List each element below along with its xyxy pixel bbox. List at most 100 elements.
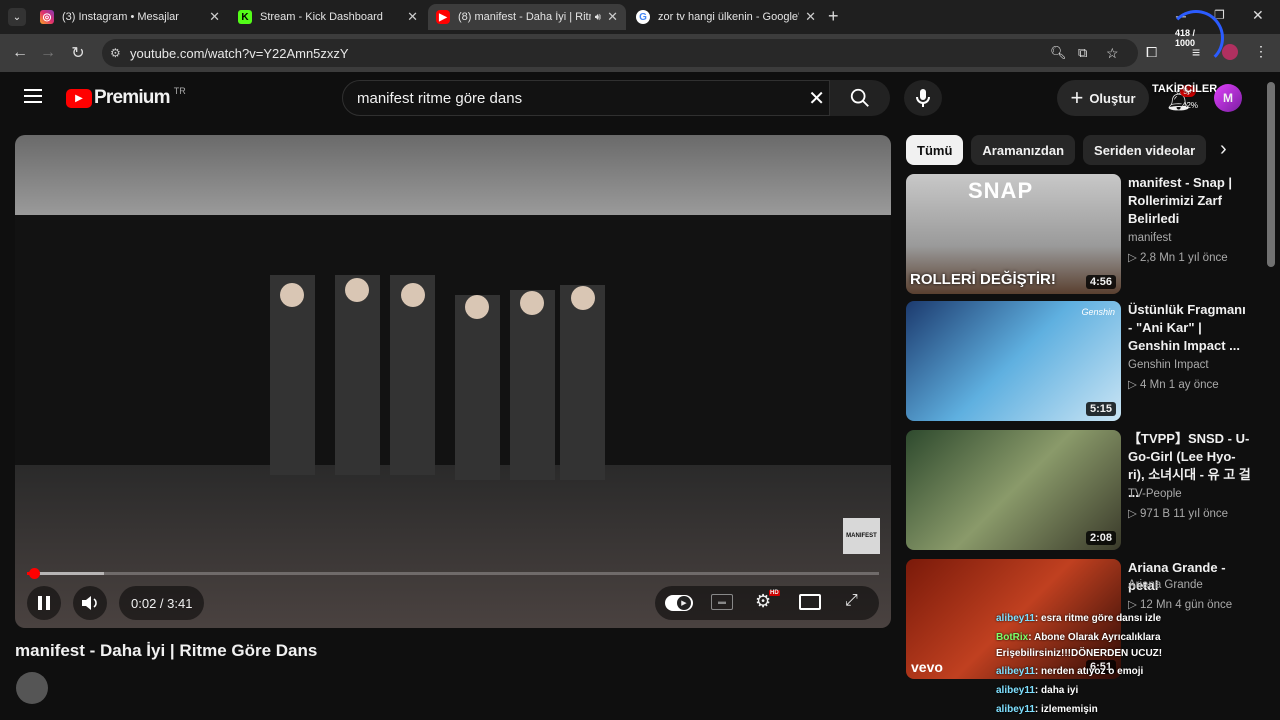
right-controls: ▶ ▬ ⚙ HD ⤢ — [655, 586, 879, 620]
logo-text: Premium — [94, 87, 171, 108]
zoom-icon[interactable]: 🔍︎ — [1050, 45, 1067, 61]
channel-avatar[interactable]: M — [1214, 84, 1242, 112]
search-query: manifest ritme göre dans — [357, 89, 523, 107]
uploader-avatar[interactable] — [16, 672, 48, 704]
duration-badge: 4:56 — [1085, 275, 1116, 289]
tab-strip: ⌄ ◎ (3) Instagram • Mesajlar ✕ K Stream … — [0, 0, 1280, 66]
recommendation-item[interactable]: Genshin 5:15 Üstünlük Fragmanı - "Ani Ka… — [906, 301, 1256, 421]
scrubber-handle[interactable] — [29, 568, 40, 579]
recommendation-item[interactable]: SNAP ROLLERİ DEĞİŞTİR! 4:56 manifest - S… — [906, 174, 1256, 294]
video-meta: ▷ 2,8 Mn 1 yıl önce — [1128, 252, 1228, 264]
tab-title: Stream - Kick Dashboard — [260, 11, 383, 23]
duration-badge: 2:08 — [1085, 531, 1116, 545]
fullscreen-icon[interactable]: ⤢ — [845, 592, 858, 610]
voice-search-button[interactable] — [904, 80, 942, 116]
channel-watermark[interactable]: MANIFEST — [843, 518, 880, 554]
youtube-play-icon: ▶ — [66, 88, 92, 108]
progress-bar[interactable] — [27, 568, 879, 579]
create-label: Oluştur — [1089, 90, 1136, 106]
search-input[interactable]: manifest ritme göre dans ✕ — [342, 80, 830, 116]
chat-text: : Abone Olarak Ayrıcalıklara — [1028, 632, 1161, 643]
video-frame — [15, 135, 891, 628]
chat-message: alibey11: nerden atıyoz o emoji — [996, 666, 1143, 677]
chat-user: alibey11 — [996, 704, 1035, 715]
google-icon: G — [636, 10, 650, 24]
thumb-top-text: SNAP — [968, 178, 1034, 203]
close-tab-icon[interactable]: ✕ — [407, 9, 418, 25]
autoplay-toggle[interactable]: ▶ — [665, 595, 693, 611]
recommendation-item[interactable]: 2:08 【TVPP】SNSD - U-Go-Girl (Lee Hyo-ri)… — [906, 430, 1256, 550]
tab-youtube[interactable]: ▶ (8) manifest - Daha İyi | Ritme 🔊︎ ✕ — [428, 4, 626, 30]
close-tab-icon[interactable]: ✕ — [209, 9, 220, 25]
search-button[interactable] — [830, 80, 890, 116]
video-thumbnail[interactable]: Genshin 5:15 — [906, 301, 1121, 421]
url-bar[interactable]: ⚙ youtube.com/watch?v=Y22Amn5zxzY 🔍︎ ⧉ ☆ — [102, 39, 1138, 67]
play-pause-button[interactable] — [27, 586, 61, 620]
tab-list-dropdown-icon[interactable]: ⌄ — [8, 8, 26, 26]
tab-instagram[interactable]: ◎ (3) Instagram • Mesajlar ✕ — [32, 4, 228, 30]
time-display: 0:02 / 3:41 — [119, 586, 205, 620]
theater-mode-icon[interactable] — [799, 594, 821, 610]
video-player[interactable]: MANIFEST 0:02 / 3:41 ▶ ▬ ⚙ HD ⤢ — [15, 135, 891, 628]
chip-from-search[interactable]: Aramanızdan — [971, 135, 1076, 165]
close-tab-icon[interactable]: ✕ — [607, 9, 618, 25]
tab-title: zor tv hangi ülkenin - Google'da — [658, 11, 800, 23]
bookmark-star-icon[interactable]: ☆ — [1106, 45, 1119, 62]
thumb-bottom-text: ROLLERİ DEĞİŞTİR! — [910, 271, 1056, 288]
youtube-logo[interactable]: ▶ Premium TR — [66, 86, 186, 109]
chat-user: alibey11 — [996, 666, 1035, 677]
overlay-counter-text: 418 / 1000 — [1175, 28, 1196, 48]
close-tab-icon[interactable]: ✕ — [805, 9, 816, 25]
channel-name: Ariana Grande — [1128, 579, 1203, 591]
chat-text: Erişebilirsiniz!!!DÖNERDEN UCUZ! — [996, 648, 1163, 659]
close-window-icon[interactable]: ✕ — [1252, 7, 1264, 24]
video-meta: ▷ 4 Mn 1 ay önce — [1128, 379, 1219, 391]
chat-message: alibey11: izlememişin — [996, 704, 1098, 715]
video-thumbnail[interactable]: 2:08 — [906, 430, 1121, 550]
autoplay-play-icon: ▶ — [677, 596, 691, 610]
extensions-icon[interactable]: ⧠ — [1146, 44, 1157, 61]
recommendation-title: manifest - Snap | Rollerimizi Zarf Belir… — [1128, 175, 1233, 226]
tab-google[interactable]: G zor tv hangi ülkenin - Google'da ✕ — [628, 4, 824, 30]
tab-title: (8) manifest - Daha İyi | Ritme — [458, 11, 591, 23]
video-meta: ▷ 971 B 11 yıl önce — [1128, 508, 1229, 520]
video-title: manifest - Daha İyi | Ritme Göre Dans — [15, 641, 318, 660]
chip-series-videos[interactable]: Seriden videolar — [1083, 135, 1207, 165]
chips-next-icon[interactable]: › — [1220, 138, 1227, 161]
profile-avatar[interactable] — [1222, 44, 1238, 60]
chat-text: : daha iyi — [1034, 685, 1079, 696]
chat-user: alibey11 — [996, 685, 1035, 696]
microphone-icon — [916, 89, 930, 107]
hamburger-menu-icon[interactable] — [24, 89, 42, 103]
forward-icon[interactable]: → — [34, 44, 62, 62]
recommendation-title: Üstünlük Fragmanı - "Ani Kar" | Genshin … — [1128, 302, 1246, 353]
cast-icon[interactable]: ⧉ — [1078, 45, 1087, 61]
tab-kick[interactable]: K Stream - Kick Dashboard ✕ — [230, 4, 426, 30]
speaker-icon[interactable]: 🔊︎ — [595, 12, 601, 23]
youtube-icon: ▶ — [436, 10, 450, 24]
volume-button[interactable] — [73, 586, 107, 620]
reload-icon[interactable]: ↻ — [64, 43, 92, 63]
hd-badge: HD — [769, 590, 780, 596]
chat-text: : esra ritme göre dansı izle — [1034, 613, 1162, 624]
chat-message: alibey11: esra ritme göre dansı izle — [996, 613, 1161, 624]
volume-icon — [82, 596, 97, 610]
search-icon — [850, 88, 869, 107]
chat-message: BotRix: Abone Olarak Ayrıcalıklara — [996, 632, 1161, 643]
new-tab-icon[interactable]: + — [828, 6, 839, 27]
url-text: youtube.com/watch?v=Y22Amn5zxzY — [130, 45, 349, 61]
back-icon[interactable]: ← — [6, 44, 34, 62]
channel-name: Genshin Impact — [1128, 359, 1209, 371]
menu-dots-icon[interactable]: ⋮ — [1254, 43, 1268, 60]
video-meta: ▷ 12 Mn 4 gün önce — [1128, 599, 1233, 611]
time-text: 0:02 / 3:41 — [131, 595, 193, 611]
video-thumbnail[interactable]: SNAP ROLLERİ DEĞİŞTİR! 4:56 — [906, 174, 1121, 294]
chip-all[interactable]: Tümü — [906, 135, 964, 165]
clear-search-icon[interactable]: ✕ — [808, 86, 825, 111]
subtitles-icon[interactable]: ▬ — [711, 594, 733, 610]
chat-text: : nerden atıyoz o emoji — [1034, 666, 1144, 677]
page-scrollbar[interactable] — [1267, 82, 1275, 267]
site-info-icon[interactable]: ⚙ — [110, 46, 121, 60]
channel-name: TV-People — [1128, 488, 1182, 500]
create-button[interactable]: + Oluştur — [1057, 80, 1149, 116]
